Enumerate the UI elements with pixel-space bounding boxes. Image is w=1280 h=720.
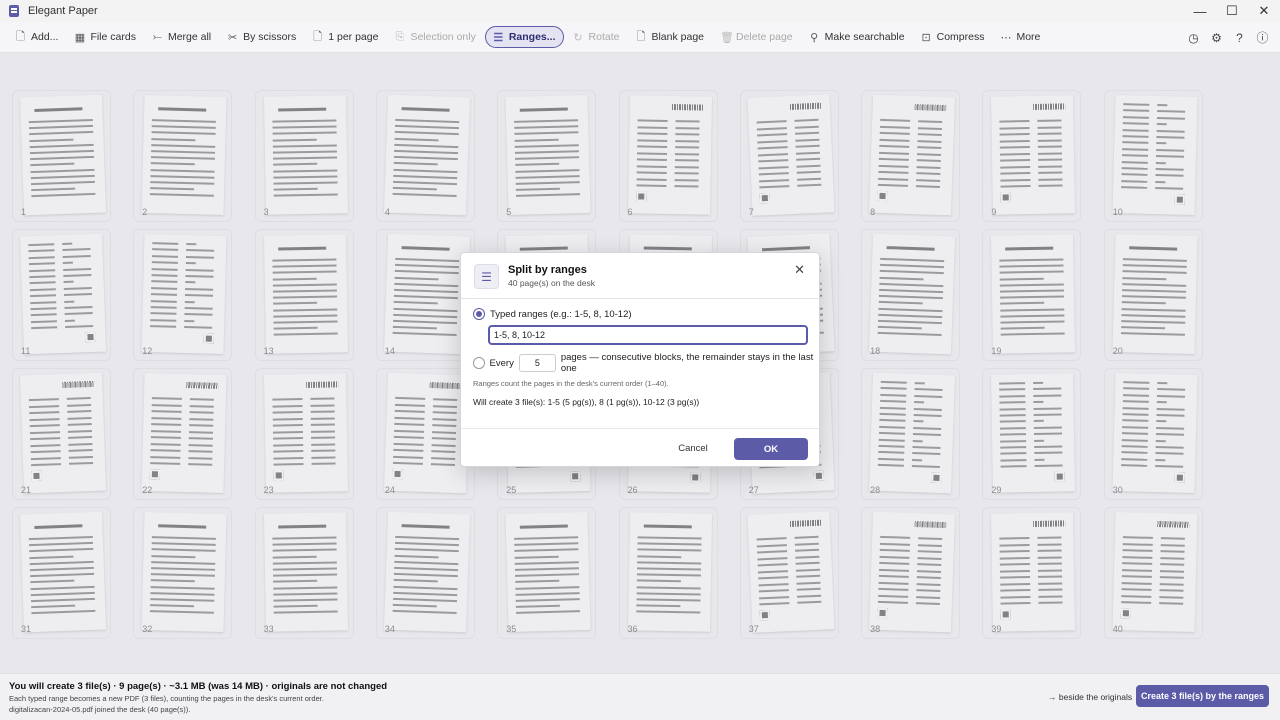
status-detail: Each typed range becomes a new PDF (3 fi… — [9, 694, 324, 703]
close-window-button[interactable]: ✕ — [1248, 0, 1280, 22]
ranges-input[interactable] — [488, 325, 808, 345]
toolbar-button-label: Rotate — [588, 31, 620, 43]
toolbar-button-search[interactable]: ⚲ Make searchable — [802, 26, 912, 48]
toolbar-button-label: File cards — [90, 31, 136, 43]
toolbar-button-sliders[interactable]: ☰ Ranges... — [484, 26, 564, 48]
toolbar-button-label: Merge all — [167, 31, 212, 43]
toolbar-button-label: Delete page — [736, 31, 793, 43]
more-icon: ⋯ — [1000, 31, 1012, 44]
dialog-header: ☰ Split by ranges 40 page(s) on the desk… — [461, 253, 819, 299]
toolbar-button-label: Make searchable — [824, 31, 905, 43]
toolbar-button-label: More — [1016, 31, 1041, 43]
toolbar-button-label: Ranges... — [508, 31, 556, 43]
typed-ranges-radio[interactable] — [473, 308, 485, 320]
every-n-input[interactable] — [518, 354, 556, 372]
toolbar: 🗋 Add... ▦ File cards ⤚ Merge all ✂ By scissors… — [0, 22, 1280, 53]
toolbar-button-label: 1 per page — [328, 31, 379, 43]
app-icon — [9, 5, 19, 17]
split-by-ranges-dialog: ☰ Split by ranges 40 page(s) on the desk… — [460, 252, 820, 467]
destination-label[interactable]: → beside the originals — [1048, 692, 1132, 702]
minimize-button[interactable]: — — [1184, 0, 1216, 22]
help-icon[interactable]: ? — [1228, 27, 1251, 49]
toolbar-right-icons: ◷ ⚙? ⓘ — [1182, 22, 1274, 53]
history-icon[interactable]: ◷ — [1182, 27, 1205, 49]
gear-icon[interactable]: ⚙ — [1205, 27, 1228, 49]
status-bar: You will create 3 file(s) · 9 page(s) · … — [0, 673, 1280, 720]
toolbar-button-selection: ⎘ Selection only — [387, 26, 482, 48]
ok-button[interactable]: OK — [734, 438, 808, 460]
page-icon: 🗋 — [313, 30, 323, 43]
toolbar-button-rotate: ↻ Rotate — [566, 26, 627, 48]
maximize-button[interactable]: ☐ — [1216, 0, 1248, 22]
every-label: Every — [489, 357, 514, 369]
toolbar-button-label: Add... — [31, 31, 59, 43]
selection-icon: ⎘ — [395, 30, 405, 43]
dialog-footer: Cancel OK — [461, 428, 819, 466]
every-n-option[interactable]: Every pages — consecutive blocks, the re… — [473, 352, 819, 374]
typed-ranges-label: Typed ranges (e.g.: 1-5, 8, 10-12) — [490, 308, 632, 320]
toolbar-button-grid[interactable]: ▦ File cards — [67, 26, 143, 48]
scissors-icon: ✂ — [228, 31, 238, 44]
blank-page-icon: 🗋 — [636, 30, 646, 43]
rotate-icon: ↻ — [573, 31, 583, 44]
toolbar-button-label: Compress — [936, 31, 985, 43]
toolbar-button-blank-page[interactable]: 🗋 Blank page — [628, 26, 711, 48]
ranges-summary: Will create 3 file(s): 1-5 (5 pg(s)), 8 … — [473, 397, 700, 407]
merge-icon: ⤚ — [153, 30, 162, 43]
document-add-icon: 🗋 — [16, 30, 25, 43]
toolbar-button-scissors[interactable]: ✂ By scissors — [220, 26, 303, 48]
status-log: digitalizacan-2024-05.pdf joined the des… — [9, 705, 191, 714]
toolbar-buttons: 🗋 Add... ▦ File cards ⤚ Merge all ✂ By scissors… — [8, 26, 1049, 48]
toolbar-button-document-add[interactable]: 🗋 Add... — [8, 26, 65, 48]
dialog-subtitle: 40 page(s) on the desk — [508, 278, 595, 288]
window-title: Elegant Paper — [28, 5, 98, 17]
every-suffix-label: pages — consecutive blocks, the remainde… — [560, 352, 814, 374]
title-bar: Elegant Paper — ☐ ✕ — [0, 0, 1280, 22]
toolbar-button-compress[interactable]: ⊡ Compress — [914, 26, 992, 48]
toolbar-button-trash: 🗑 Delete page — [713, 26, 800, 48]
info-icon[interactable]: ⓘ — [1251, 27, 1274, 49]
sliders-icon: ☰ — [474, 264, 499, 289]
search-icon: ⚲ — [810, 31, 819, 44]
compress-icon: ⊡ — [921, 31, 931, 44]
toolbar-button-more[interactable]: ⋯ More — [993, 26, 1047, 48]
toolbar-button-label: Selection only — [410, 31, 476, 43]
toolbar-button-label: By scissors — [243, 31, 297, 43]
toolbar-button-merge[interactable]: ⤚ Merge all — [145, 26, 218, 48]
toolbar-button-page[interactable]: 🗋 1 per page — [305, 26, 385, 48]
cancel-button[interactable]: Cancel — [673, 438, 713, 458]
status-headline: You will create 3 file(s) · 9 page(s) · … — [9, 681, 388, 692]
create-files-button[interactable]: Create 3 file(s) by the ranges — [1136, 685, 1269, 707]
toolbar-button-label: Blank page — [651, 31, 704, 43]
close-icon[interactable]: ✕ — [794, 262, 805, 278]
every-n-radio[interactable] — [473, 357, 485, 369]
ranges-note: Ranges count the pages in the desk's cur… — [473, 379, 669, 388]
trash-icon: 🗑 — [720, 31, 734, 44]
grid-icon: ▦ — [74, 31, 86, 44]
typed-ranges-option[interactable]: Typed ranges (e.g.: 1-5, 8, 10-12) — [473, 308, 632, 320]
window-controls: — ☐ ✕ — [1184, 0, 1280, 22]
dialog-title: Split by ranges — [508, 264, 587, 276]
sliders-icon: ☰ — [493, 31, 504, 44]
